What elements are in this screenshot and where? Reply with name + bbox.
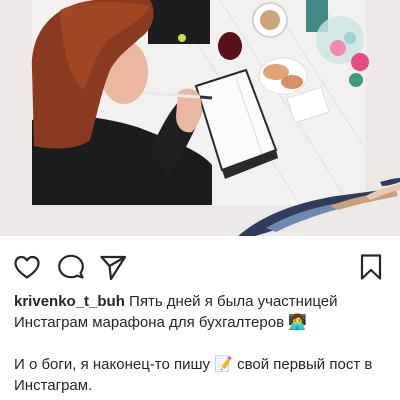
post-image[interactable] <box>0 0 400 236</box>
paper-plane-icon[interactable] <box>98 252 128 282</box>
caption-paragraph: krivenko_t_buh Пять дней я была участниц… <box>14 291 390 333</box>
post-photo <box>0 0 400 236</box>
caption-paragraph: И о боги, я наконец-то пишу 📝 свой первы… <box>14 354 390 396</box>
username-link[interactable]: krivenko_t_buh <box>14 293 125 310</box>
caption-text: И о боги, я наконец-то пишу <box>14 356 211 373</box>
memo-emoji: 📝 <box>214 356 233 373</box>
post-actions-bar <box>0 244 400 288</box>
comment-icon[interactable] <box>56 252 86 282</box>
post-caption: krivenko_t_buh Пять дней я была участниц… <box>14 291 390 396</box>
heart-icon[interactable] <box>12 252 42 282</box>
technologist-emoji: 👩‍💻 <box>288 314 307 331</box>
bookmark-icon[interactable] <box>356 252 386 282</box>
